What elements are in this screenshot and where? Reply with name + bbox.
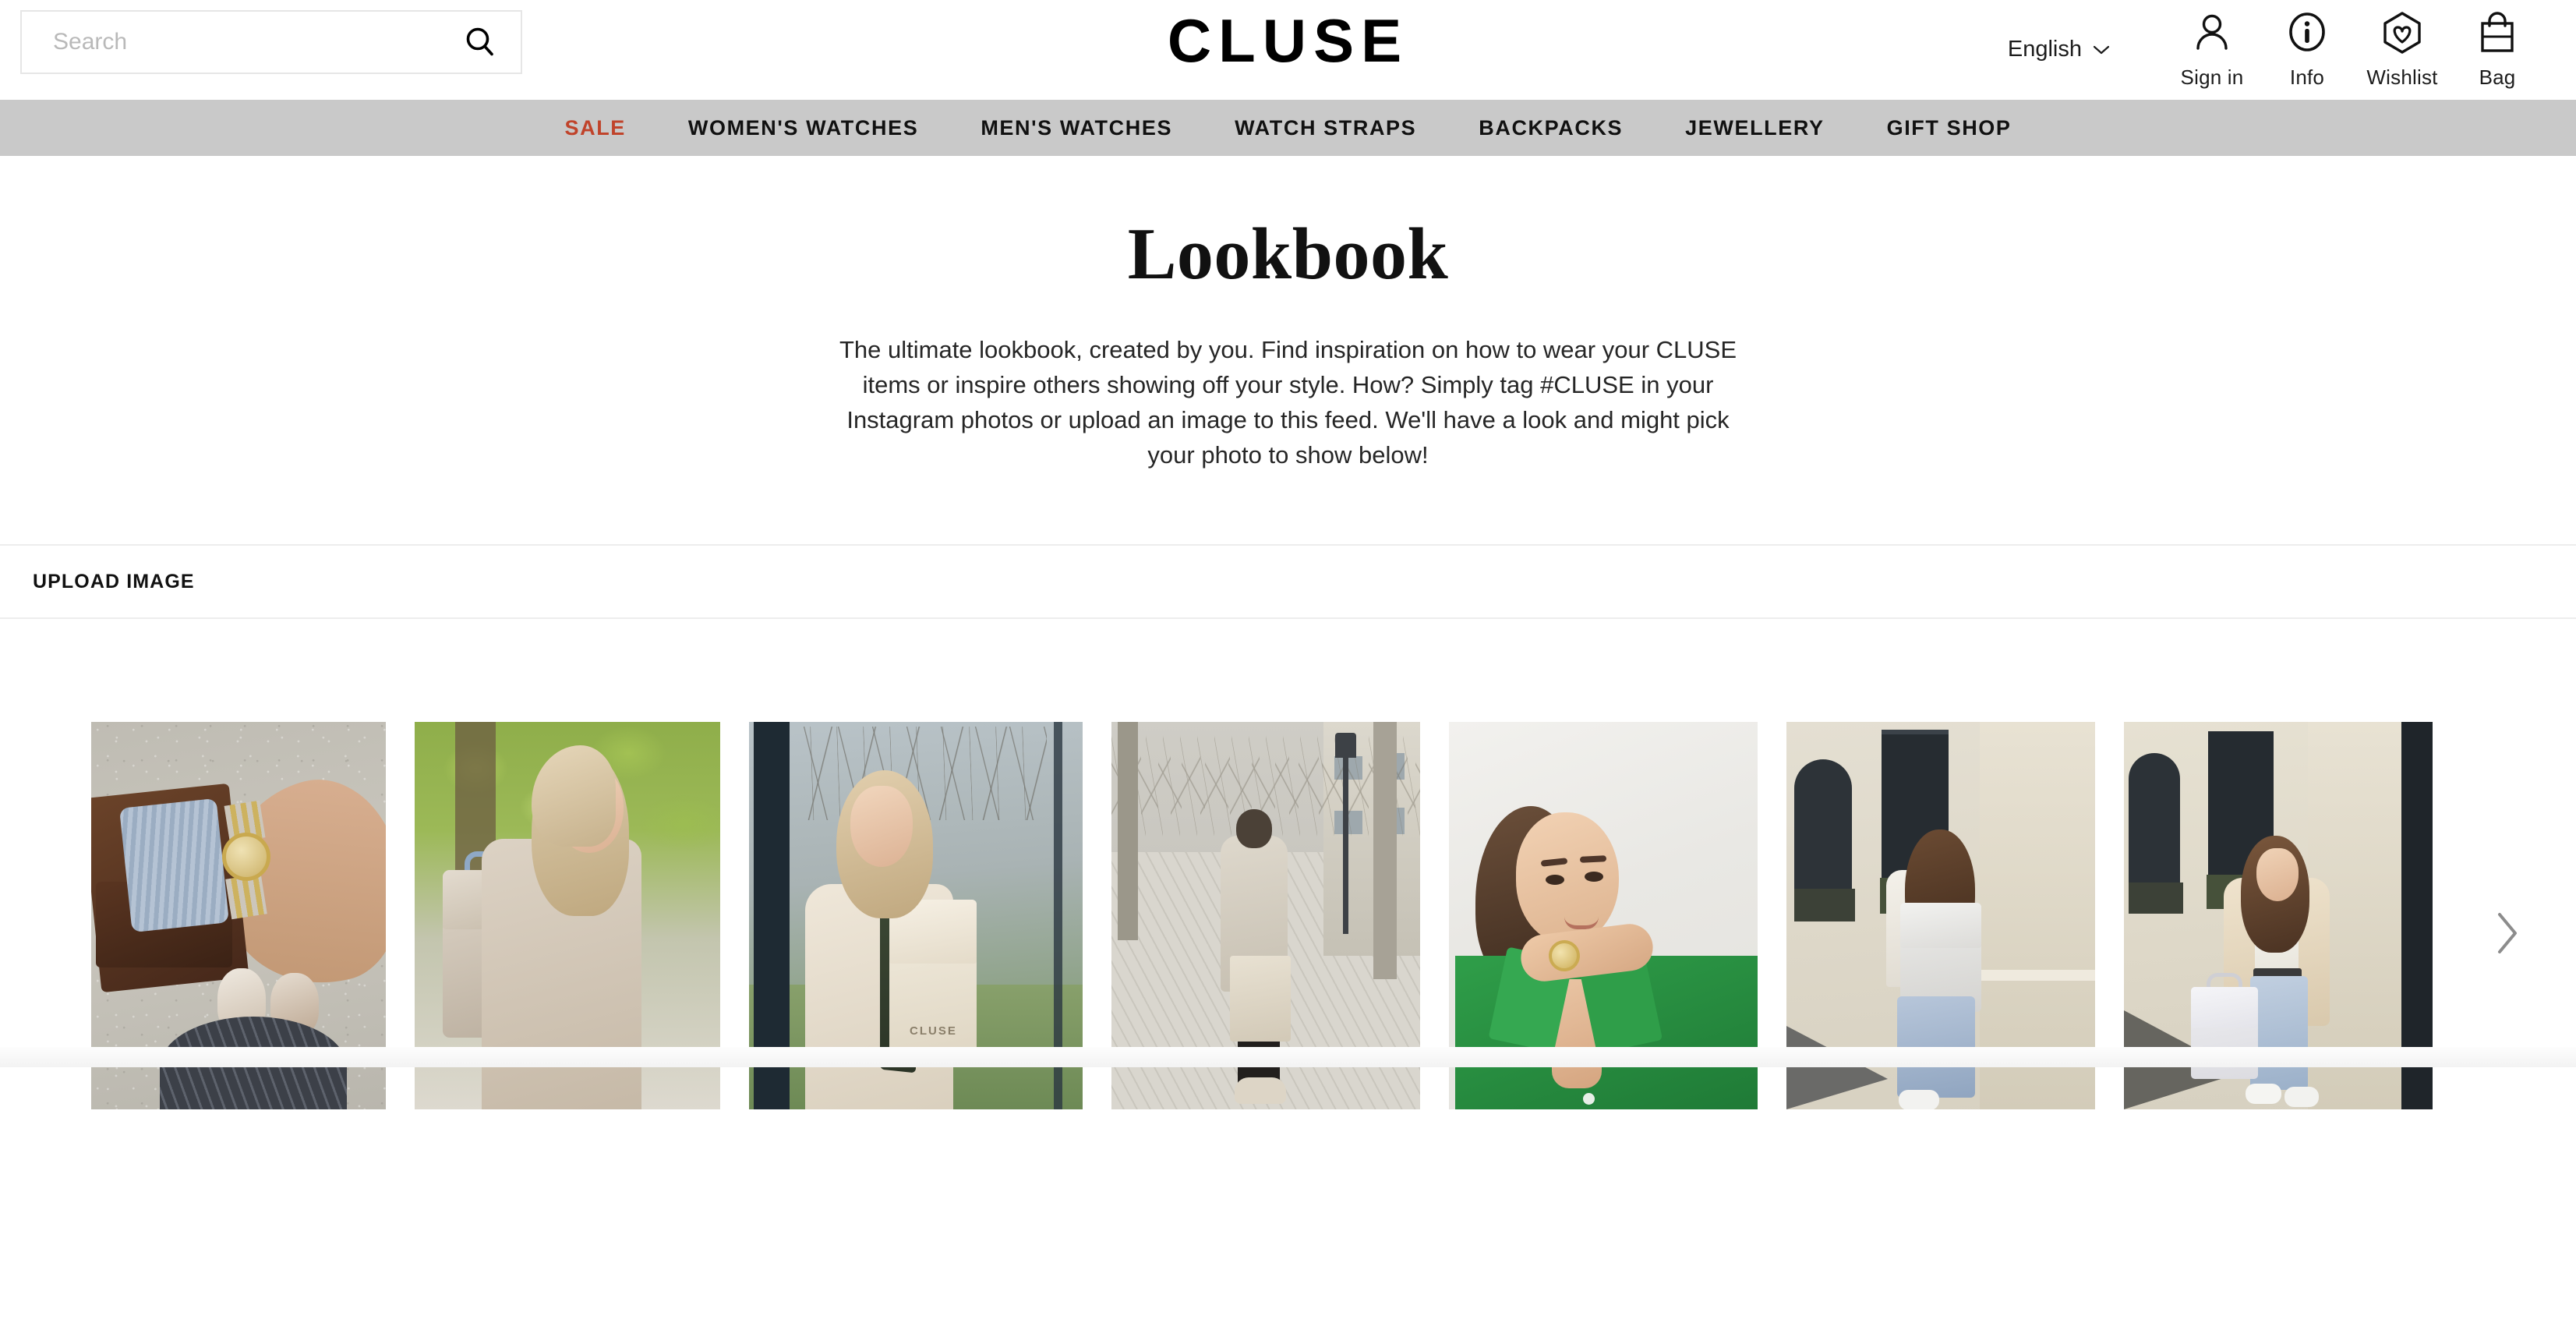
upload-bar: UPLOAD IMAGE (0, 544, 2576, 619)
language-selector[interactable]: English (2008, 37, 2110, 62)
site-header: CLUSE English Sign in (0, 0, 2576, 100)
user-icon (2190, 9, 2234, 56)
site-logo[interactable]: CLUSE (1168, 5, 1408, 76)
sign-in-button[interactable]: Sign in (2164, 9, 2260, 90)
bag-button[interactable]: Bag (2450, 9, 2545, 90)
sign-in-label: Sign in (2180, 65, 2244, 89)
nav-item-womens-watches[interactable]: WOMEN'S WATCHES (657, 116, 949, 140)
language-label: English (2007, 37, 2082, 62)
gallery-next-button[interactable] (2482, 910, 2529, 957)
search-input[interactable] (53, 29, 460, 55)
hero-description: The ultimate lookbook, created by you. F… (839, 336, 1737, 469)
backpack-logo-text: CLUSE (910, 1024, 957, 1038)
info-button[interactable]: Info (2260, 9, 2355, 90)
nav-item-mens-watches[interactable]: MEN'S WATCHES (949, 116, 1203, 140)
upload-image-button[interactable]: UPLOAD IMAGE (33, 571, 195, 593)
main-navigation: SALE WOMEN'S WATCHES MEN'S WATCHES WATCH… (0, 100, 2576, 156)
nav-item-watch-straps[interactable]: WATCH STRAPS (1203, 116, 1447, 140)
nav-item-sale[interactable]: SALE (533, 116, 656, 140)
page-bottom-band (0, 1047, 2576, 1067)
search-icon (466, 27, 493, 56)
nav-item-backpacks[interactable]: BACKPACKS (1447, 116, 1654, 140)
chevron-right-icon (2498, 913, 2517, 953)
page-title: Lookbook (1127, 214, 1449, 295)
wishlist-button[interactable]: Wishlist (2355, 9, 2450, 90)
search-form[interactable] (20, 10, 522, 74)
info-label: Info (2289, 65, 2325, 89)
wishlist-label: Wishlist (2366, 65, 2438, 89)
bag-label: Bag (2479, 65, 2516, 89)
hero-section: Lookbook The ultimate lookbook, created … (0, 156, 2576, 544)
shopping-bag-icon (2475, 9, 2519, 56)
nav-item-gift-shop[interactable]: GIFT SHOP (1856, 116, 2043, 140)
lookbook-gallery: CLUSE (0, 619, 2576, 1109)
info-circle-icon (2285, 9, 2329, 56)
nav-item-jewellery[interactable]: JEWELLERY (1654, 116, 1855, 140)
hexagon-heart-icon (2380, 9, 2424, 56)
header-utilities: English Sign in Info Wishlist Bag (2008, 0, 2545, 100)
chevron-down-icon (2093, 45, 2110, 54)
search-button[interactable] (460, 22, 500, 62)
